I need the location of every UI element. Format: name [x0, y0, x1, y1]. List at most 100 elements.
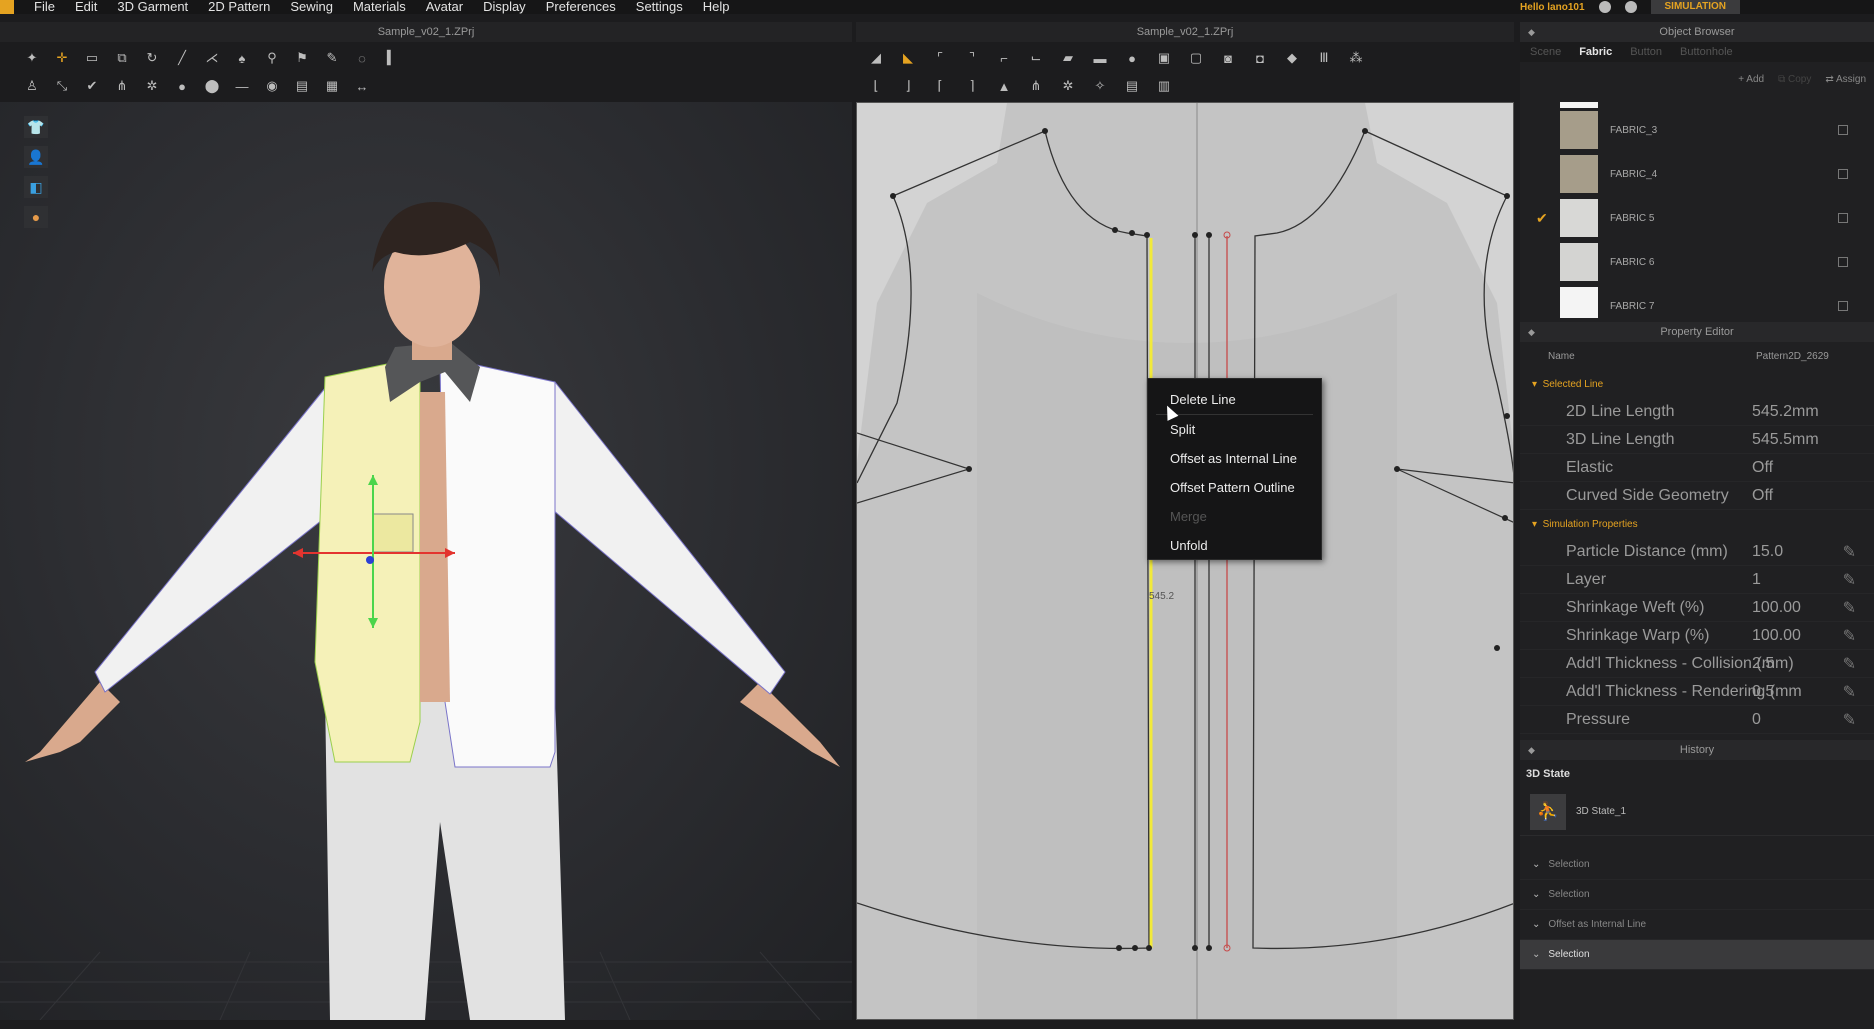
gear-icon[interactable] — [1624, 1, 1637, 13]
shirt-icon[interactable]: ♠ — [232, 50, 252, 66]
property-value[interactable]: Off — [1752, 487, 1773, 505]
edit-point-icon[interactable]: ⌜ — [930, 50, 950, 66]
tab-button[interactable]: Button — [1630, 46, 1662, 58]
sew-icon[interactable]: ⋔ — [112, 78, 132, 94]
garment-icon[interactable]: 👕 — [24, 116, 48, 138]
menu-sewing[interactable]: Sewing — [290, 0, 333, 13]
property-value[interactable]: 545.2mm — [1752, 403, 1819, 421]
history-row[interactable]: ⌄ Offset as Internal Line — [1520, 910, 1874, 940]
line-icon[interactable]: — — [232, 78, 252, 94]
tab-buttonhole[interactable]: Buttonhole — [1680, 46, 1733, 58]
3d-viewport[interactable] — [0, 102, 852, 1020]
segment-icon[interactable]: ⤡ — [52, 78, 72, 94]
menu-file[interactable]: File — [34, 0, 55, 13]
property-value[interactable]: 100.00 — [1752, 627, 1801, 645]
lasso-icon[interactable]: ◌ — [352, 50, 372, 66]
texture-icon[interactable]: ▤ — [292, 78, 312, 94]
property-value[interactable]: 2.5 — [1752, 655, 1774, 673]
internal-rectangle-icon[interactable]: ▢ — [1186, 50, 1206, 66]
check-icon[interactable]: ✔ — [82, 78, 102, 94]
dart-icon[interactable]: ◘ — [1250, 50, 1270, 66]
menu-unfold[interactable]: Unfold — [1148, 531, 1321, 560]
add-button[interactable]: + Add — [1738, 74, 1764, 85]
brush-icon[interactable]: ✎ — [322, 50, 342, 66]
fold-arrange-icon[interactable]: ⋔ — [1026, 78, 1046, 94]
zipper-icon[interactable]: Ⅲ — [1314, 50, 1334, 66]
pattern-icon[interactable]: ✲ — [142, 78, 162, 94]
internal-circle-icon[interactable]: ◙ — [1218, 50, 1238, 66]
internal-polygon-icon[interactable]: ▣ — [1154, 50, 1174, 66]
menu-materials[interactable]: Materials — [353, 0, 406, 13]
polygon-icon[interactable]: ▰ — [1058, 50, 1078, 66]
graphic-icon[interactable]: ▦ — [322, 78, 342, 94]
edit-icon[interactable]: ✎ — [1843, 542, 1856, 562]
free-sew-icon[interactable]: ⌋ — [898, 78, 918, 94]
menu-help[interactable]: Help — [703, 0, 730, 13]
curve-point-icon[interactable]: ⌐ — [994, 50, 1014, 66]
fabric-item[interactable]: FABRIC_4 — [1520, 152, 1874, 196]
segment-sew-icon[interactable]: ⌊ — [866, 78, 886, 94]
edit-curve-icon[interactable]: ⌝ — [962, 50, 982, 66]
measure-icon[interactable]: ↔ — [352, 78, 372, 94]
edit-icon[interactable]: ✎ — [1843, 570, 1856, 590]
edit-pattern-icon[interactable]: ◣ — [898, 50, 918, 66]
pin-icon-2[interactable]: ◆ — [1528, 322, 1535, 342]
draw-line-icon[interactable]: ╱ — [172, 50, 192, 66]
menu-2d-pattern[interactable]: 2D Pattern — [208, 0, 270, 13]
menu-3d-garment[interactable]: 3D Garment — [117, 0, 188, 13]
puckering-icon[interactable]: ⁂ — [1346, 50, 1366, 66]
button-icon[interactable]: ◉ — [262, 78, 282, 94]
circle-icon[interactable]: ⬤ — [202, 78, 222, 94]
point-icon[interactable]: ● — [172, 78, 192, 94]
simulation-button[interactable]: SIMULATION — [1650, 0, 1740, 14]
transform-icon[interactable]: ⧉ — [112, 50, 132, 66]
property-value[interactable]: 15.0 — [1752, 543, 1783, 561]
ruler-icon[interactable]: ▍ — [382, 50, 402, 66]
property-value[interactable]: 100.00 — [1752, 599, 1801, 617]
edit-icon[interactable]: ✎ — [1843, 598, 1856, 618]
fabric-item[interactable]: ✔ FABRIC 5 — [1520, 196, 1874, 240]
name-value[interactable]: Pattern2D_2629 — [1756, 351, 1829, 362]
pin-icon[interactable]: ⚲ — [262, 50, 282, 66]
edit-icon[interactable]: ✎ — [1843, 626, 1856, 646]
section-simulation-properties[interactable]: ▾ Simulation Properties — [1520, 510, 1874, 538]
property-value[interactable]: 0.5 — [1752, 683, 1774, 701]
fabric-action-icon[interactable] — [1838, 125, 1848, 135]
box-select-icon[interactable]: ▭ — [82, 50, 102, 66]
edit-icon[interactable]: ✎ — [1843, 682, 1856, 702]
menu-preferences[interactable]: Preferences — [546, 0, 616, 13]
2d-pattern-viewport[interactable]: 545.2 — [856, 102, 1514, 1020]
tack-on-avatar-icon[interactable]: ▲ — [994, 78, 1014, 94]
pin-icon-3[interactable]: ◆ — [1528, 740, 1535, 760]
skin-icon[interactable]: ● — [24, 206, 48, 228]
circle-tool-icon[interactable]: ● — [1122, 50, 1142, 66]
property-value[interactable]: 1 — [1752, 571, 1761, 589]
rotate-icon[interactable]: ↻ — [142, 50, 162, 66]
tab-fabric[interactable]: Fabric — [1579, 46, 1612, 58]
help-icon[interactable] — [1598, 1, 1611, 13]
m-n-sew-icon[interactable]: ⌈ — [930, 78, 950, 94]
texture-view-icon[interactable]: ◧ — [24, 176, 48, 198]
avatar-icon[interactable]: 👤 — [24, 146, 48, 168]
fabric-item[interactable]: FABRIC 7 — [1520, 284, 1874, 318]
property-value[interactable]: Off — [1752, 459, 1773, 477]
texture-edit-icon[interactable]: ✲ — [1058, 78, 1078, 94]
fold-icon[interactable]: ⋌ — [202, 50, 222, 66]
tab-scene[interactable]: Scene — [1530, 46, 1561, 58]
user-name[interactable]: Hello lano101 — [1520, 2, 1584, 13]
property-value[interactable]: 545.5mm — [1752, 431, 1819, 449]
pattern-annotation-icon[interactable]: ▤ — [1122, 78, 1142, 94]
fabric-action-icon[interactable] — [1838, 169, 1848, 179]
edit-icon[interactable]: ✎ — [1843, 710, 1856, 730]
move-icon[interactable]: ✛ — [52, 50, 72, 66]
history-state-item[interactable]: ⛹ 3D State_1 — [1520, 788, 1874, 836]
history-row[interactable]: ⌄ Selection — [1520, 880, 1874, 910]
pin-icon[interactable]: ◆ — [1528, 22, 1535, 42]
menu-offset-pattern-outline[interactable]: Offset Pattern Outline — [1148, 473, 1321, 502]
fabric-action-icon[interactable] — [1838, 213, 1848, 223]
menu-display[interactable]: Display — [483, 0, 526, 13]
history-row[interactable]: ⌄ Selection — [1520, 940, 1874, 970]
edit-icon[interactable]: ✎ — [1843, 654, 1856, 674]
menu-split[interactable]: Split — [1148, 415, 1321, 444]
fabric-item[interactable]: FABRIC_3 — [1520, 108, 1874, 152]
